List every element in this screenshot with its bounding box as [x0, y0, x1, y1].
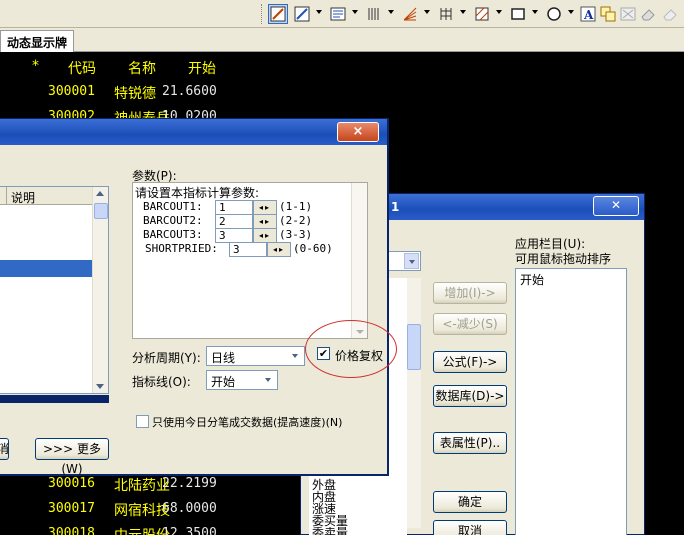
header-code[interactable]: 代码	[68, 58, 96, 78]
list-item-selected[interactable]	[0, 260, 92, 277]
gann-grid-icon[interactable]	[436, 4, 456, 24]
add-column-button[interactable]: 增加(I)->	[433, 282, 507, 304]
database-button[interactable]: 数据库(D)->	[433, 385, 507, 407]
clear-all-icon[interactable]	[660, 4, 680, 24]
header-star: *	[32, 58, 39, 74]
row-name[interactable]: 特锐德	[114, 83, 156, 103]
formula-button[interactable]: 公式(F)->	[433, 351, 507, 373]
fan-lines-dropdown-icon[interactable]	[424, 10, 430, 14]
cancel-button[interactable]: 取消	[433, 520, 507, 535]
ok-button[interactable]: 确定	[433, 491, 507, 513]
param-value-input[interactable]: 3	[229, 242, 267, 257]
indicator-line-value: 开始	[211, 375, 236, 389]
param-range: (2-2)	[279, 214, 313, 227]
row-value: 21.6600	[162, 84, 217, 99]
params-heading: 请设置本指标计算参数:	[135, 186, 260, 200]
param-range: (0-60)	[293, 242, 333, 255]
rectangle-icon[interactable]	[508, 4, 528, 24]
list-item[interactable]: 开始	[520, 271, 544, 288]
text-box-dropdown-icon[interactable]	[352, 10, 358, 14]
param-range: (1-1)	[279, 200, 313, 213]
drag-hint-label: 可用鼠标拖动排序	[515, 252, 612, 266]
indicator-params-titlebar[interactable]	[0, 119, 387, 145]
table-properties-button[interactable]: 表属性(P)..	[433, 432, 507, 454]
tab-dynamic-board[interactable]: 动态显示牌	[0, 30, 75, 52]
dialog-title-fragment: 1	[391, 200, 400, 214]
vertical-lines-dropdown-icon[interactable]	[388, 10, 394, 14]
header-open[interactable]: 开始	[188, 58, 216, 78]
param-name: BARCOUT2:	[143, 214, 203, 227]
highlight-annotation	[305, 320, 397, 378]
back-dialog-close-button[interactable]: ✕	[593, 196, 639, 216]
applied-columns-list[interactable]: 开始	[515, 268, 627, 535]
indicator-list[interactable]: 说明	[0, 186, 109, 394]
text-box-icon[interactable]	[328, 4, 348, 24]
list-item[interactable]: 委卖量	[312, 527, 348, 535]
indicator-line-label: 指标线(O):	[132, 375, 191, 389]
field-list-scrollbar[interactable]	[405, 278, 421, 528]
param-value-input[interactable]: 2	[215, 214, 253, 229]
indicator-line-select[interactable]: 开始	[206, 370, 278, 390]
row-value: 12.3500	[162, 526, 217, 535]
period-select[interactable]: 日线	[206, 346, 305, 366]
eraser-icon[interactable]	[638, 4, 658, 24]
channel-icon[interactable]	[472, 4, 492, 24]
circle-dropdown-icon[interactable]	[568, 10, 574, 14]
copy-icon[interactable]	[598, 4, 618, 24]
line-tool-dropdown-icon[interactable]	[316, 10, 322, 14]
period-value: 日线	[211, 351, 236, 365]
row-value: 68.0000	[162, 501, 217, 516]
list-bottom-bar	[0, 395, 109, 403]
channel-dropdown-icon[interactable]	[496, 10, 502, 14]
header-name[interactable]: 名称	[128, 58, 156, 78]
row-code[interactable]: 300001	[48, 84, 95, 99]
row-code[interactable]: 300018	[48, 526, 95, 535]
params-scrollbar[interactable]	[351, 183, 367, 338]
list-header-description: 说明	[11, 191, 36, 205]
param-name: BARCOUT1:	[143, 200, 203, 213]
tab-bar: 动态显示牌	[0, 28, 684, 52]
drawing-toolbar: A	[0, 0, 684, 28]
draw-pen-icon[interactable]	[268, 4, 288, 24]
param-spinner[interactable]: ◂▸	[253, 200, 277, 215]
cancel-button-partial[interactable]: 消	[0, 438, 9, 460]
param-range: (3-3)	[279, 228, 313, 241]
vertical-lines-icon[interactable]	[364, 4, 384, 24]
svg-text:A: A	[583, 8, 594, 22]
line-tool-icon[interactable]	[292, 4, 312, 24]
list-header: 说明	[0, 187, 92, 205]
fan-lines-icon[interactable]	[400, 4, 420, 24]
close-button[interactable]: ×	[337, 122, 379, 142]
param-spinner[interactable]: ◂▸	[253, 228, 277, 243]
row-code[interactable]: 300017	[48, 501, 95, 516]
param-spinner[interactable]: ◂▸	[253, 214, 277, 229]
more-button[interactable]: >>> 更多(W)	[35, 438, 109, 476]
indicator-params-dialog: × 说明 参数(P): 请设置本指标计算参数: BARCOUT1: 1 ◂▸ (…	[0, 118, 389, 476]
param-value-input[interactable]: 3	[215, 228, 253, 243]
circle-icon[interactable]	[544, 4, 564, 24]
delete-icon[interactable]	[618, 4, 638, 24]
indicator-list-scrollbar[interactable]	[92, 187, 108, 393]
rectangle-dropdown-icon[interactable]	[532, 10, 538, 14]
remove-column-button[interactable]: <-减少(S)	[433, 313, 507, 335]
today-data-checkbox[interactable]	[136, 415, 149, 428]
param-name: SHORTPRIED:	[145, 242, 218, 255]
period-label: 分析周期(Y):	[132, 351, 201, 365]
params-panel: 请设置本指标计算参数: BARCOUT1: 1 ◂▸ (1-1) BARCOUT…	[132, 182, 368, 339]
param-spinner[interactable]: ◂▸	[267, 242, 291, 257]
today-data-label: 只使用今日分笔成交数据(提高速度)(N)	[152, 416, 343, 429]
toolbar-grip[interactable]	[261, 4, 264, 24]
gann-grid-dropdown-icon[interactable]	[460, 10, 466, 14]
param-name: BARCOUT3:	[143, 228, 203, 241]
text-a-icon[interactable]: A	[578, 4, 598, 24]
row-value: 22.2199	[162, 476, 217, 491]
param-value-input[interactable]: 1	[215, 200, 253, 215]
